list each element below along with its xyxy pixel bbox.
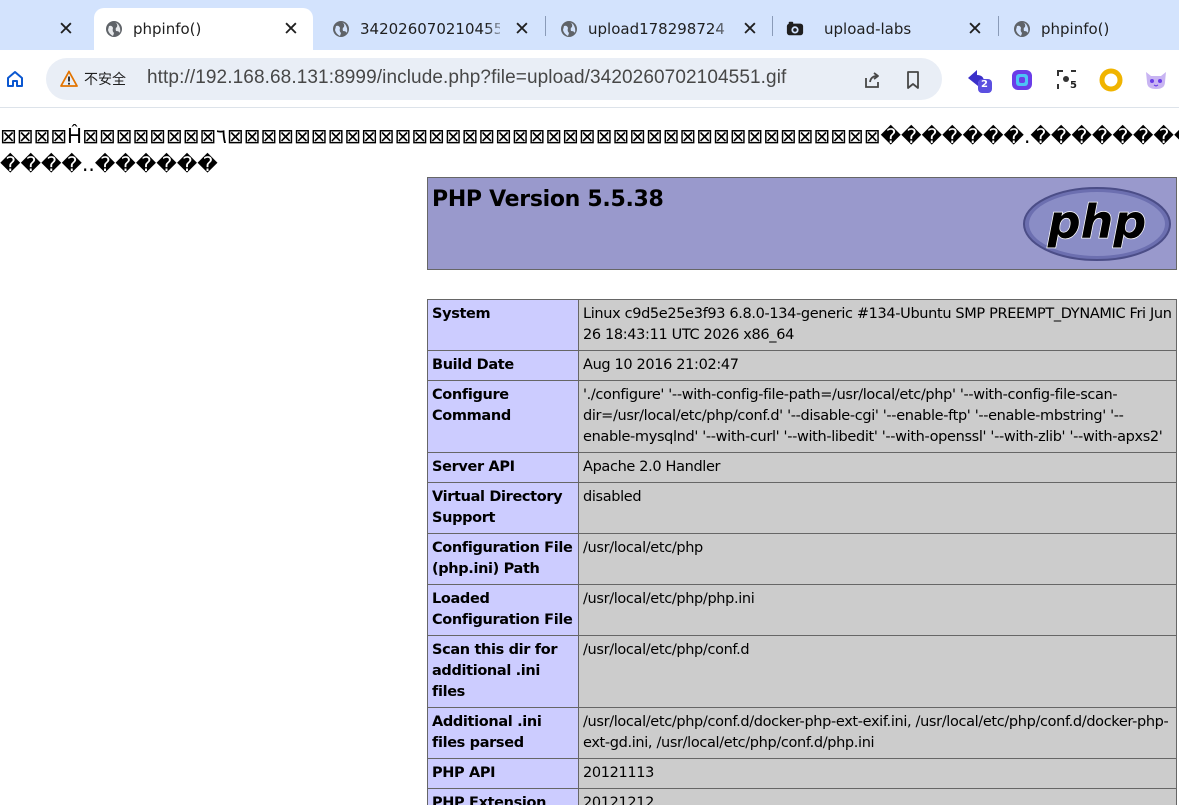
close-icon[interactable]: ✕ (279, 17, 303, 41)
tab-title: upload178298724 (588, 20, 725, 38)
tab-title: 342026070210455 (360, 20, 500, 38)
tab-title: phpinfo() (1041, 20, 1110, 38)
extension-5[interactable] (1142, 66, 1170, 94)
extension-1[interactable]: 2 (964, 66, 992, 94)
toolbar: 不安全 http://192.168.68.131:8999/include.p… (0, 50, 1179, 108)
garbled-line: ����..������ (0, 152, 218, 176)
extension-2[interactable] (1008, 66, 1036, 94)
tab-separator (998, 16, 999, 36)
table-row: PHP Extension 20121212 (427, 788, 1177, 805)
tab-upload-labs[interactable]: upload-labs ✕ (775, 8, 997, 50)
row-value: disabled (578, 482, 1177, 534)
row-key: Scan this dir for additional .ini files (427, 635, 579, 708)
row-key: Virtual Directory Support (427, 482, 579, 534)
table-row: Configuration File (php.ini) Path/usr/lo… (427, 533, 1177, 585)
tab-separator (545, 16, 546, 36)
security-label: 不安全 (84, 72, 126, 88)
security-chip[interactable]: 不安全 (54, 65, 132, 93)
php-version-title: PHP Version 5.5.38 (432, 187, 664, 212)
row-value: Linux c9d5e25e3f93 6.8.0-134-generic #13… (578, 299, 1177, 351)
row-key: Configuration File (php.ini) Path (427, 533, 579, 585)
home-icon (7, 71, 23, 87)
row-key: Configure Command (427, 380, 579, 453)
row-value: /usr/local/etc/php/conf.d (578, 635, 1177, 708)
extension-3[interactable]: 5 (1053, 66, 1081, 94)
bookmark-button[interactable] (901, 68, 925, 92)
row-key: Build Date (427, 350, 579, 381)
row-value: Aug 10 2016 21:02:47 (578, 350, 1177, 381)
row-value: /usr/local/etc/php/conf.d/docker-php-ext… (578, 707, 1177, 759)
table-row: PHP API 20121113 (427, 758, 1177, 789)
row-value: Apache 2.0 Handler (578, 452, 1177, 483)
table-row: Virtual Directory Support disabled (427, 482, 1177, 534)
table-row: Loaded Configuration File/usr/local/etc/… (427, 584, 1177, 636)
row-key: Additional .ini files parsed (427, 707, 579, 759)
row-key: System (427, 299, 579, 351)
close-icon[interactable]: ✕ (963, 17, 987, 41)
row-key: Loaded Configuration File (427, 584, 579, 636)
row-value: /usr/local/etc/php (578, 533, 1177, 585)
extension-square-icon (1012, 70, 1032, 90)
globe-icon (105, 20, 123, 38)
table-row: System Linux c9d5e25e3f93 6.8.0-134-gener… (427, 299, 1177, 351)
php-logo-icon: php (1023, 187, 1171, 261)
row-value: './configure' '--with-config-file-path=/… (578, 380, 1177, 453)
svg-text:php: php (1047, 195, 1147, 249)
row-key: PHP API (427, 758, 579, 789)
tab-gif-url[interactable]: 342026070210455 ✕ (320, 8, 544, 50)
tab-hidden-left[interactable]: ✕ (0, 8, 92, 50)
globe-icon (1013, 20, 1031, 38)
extension-ring-icon (1099, 68, 1123, 92)
table-row: Configure Command './configure' '--with-c… (427, 380, 1177, 453)
share-icon (865, 72, 879, 88)
row-value: /usr/local/etc/php/php.ini (578, 584, 1177, 636)
table-row: Build Date Aug 10 2016 21:02:47 (427, 350, 1177, 381)
globe-icon (560, 20, 578, 38)
phpinfo-table: System Linux c9d5e25e3f93 6.8.0-134-gener… (427, 299, 1177, 805)
table-row: Additional .ini files parsed/usr/local/e… (427, 707, 1177, 759)
row-key: Server API (427, 452, 579, 483)
table-row: Scan this dir for additional .ini files /… (427, 635, 1177, 708)
extension-cat-icon (1146, 72, 1166, 89)
tab-separator (772, 16, 773, 36)
table-row: Server API Apache 2.0 Handler (427, 452, 1177, 483)
close-icon[interactable]: ✕ (54, 17, 78, 41)
close-icon[interactable]: ✕ (738, 17, 762, 41)
extension-4[interactable] (1097, 66, 1125, 94)
php-version-header: PHP Version 5.5.38 php (427, 177, 1177, 270)
close-icon[interactable]: ✕ (510, 17, 534, 41)
home-button[interactable] (2, 66, 28, 92)
row-value: 20121212 (578, 788, 1177, 805)
tab-phpinfo-active[interactable]: phpinfo() ✕ (94, 8, 313, 50)
row-value: 20121113 (578, 758, 1177, 789)
row-key: PHP Extension (427, 788, 579, 805)
bookmark-icon (907, 71, 919, 89)
share-button[interactable] (860, 68, 884, 92)
address-bar[interactable]: 不安全 http://192.168.68.131:8999/include.p… (46, 58, 942, 100)
globe-icon (332, 20, 350, 38)
tab-phpinfo-2[interactable]: phpinfo() (1001, 8, 1179, 50)
tab-strip: ✕ phpinfo() ✕ 342026070210455 ✕ upload17… (0, 0, 1179, 50)
garbled-line: ⊠⊠⊠⊠Ĥ⊠⊠⊠⊠⊠⊠⊠⊠٦����������.�������⊠⊠⊠⊠⊠⊠⊠⊠… (0, 124, 1179, 148)
warning-icon (60, 70, 78, 87)
url-text[interactable]: http://192.168.68.131:8999/include.php?f… (147, 67, 786, 89)
github-icon (786, 20, 804, 38)
tab-upload-url[interactable]: upload178298724 ✕ (548, 8, 772, 50)
garbled-gif-binary-output: ⊠⊠⊠⊠Ĥ⊠⊠⊠⊠⊠⊠⊠⊠٦����������.�������⊠⊠⊠⊠⊠⊠⊠⊠… (0, 122, 1179, 178)
